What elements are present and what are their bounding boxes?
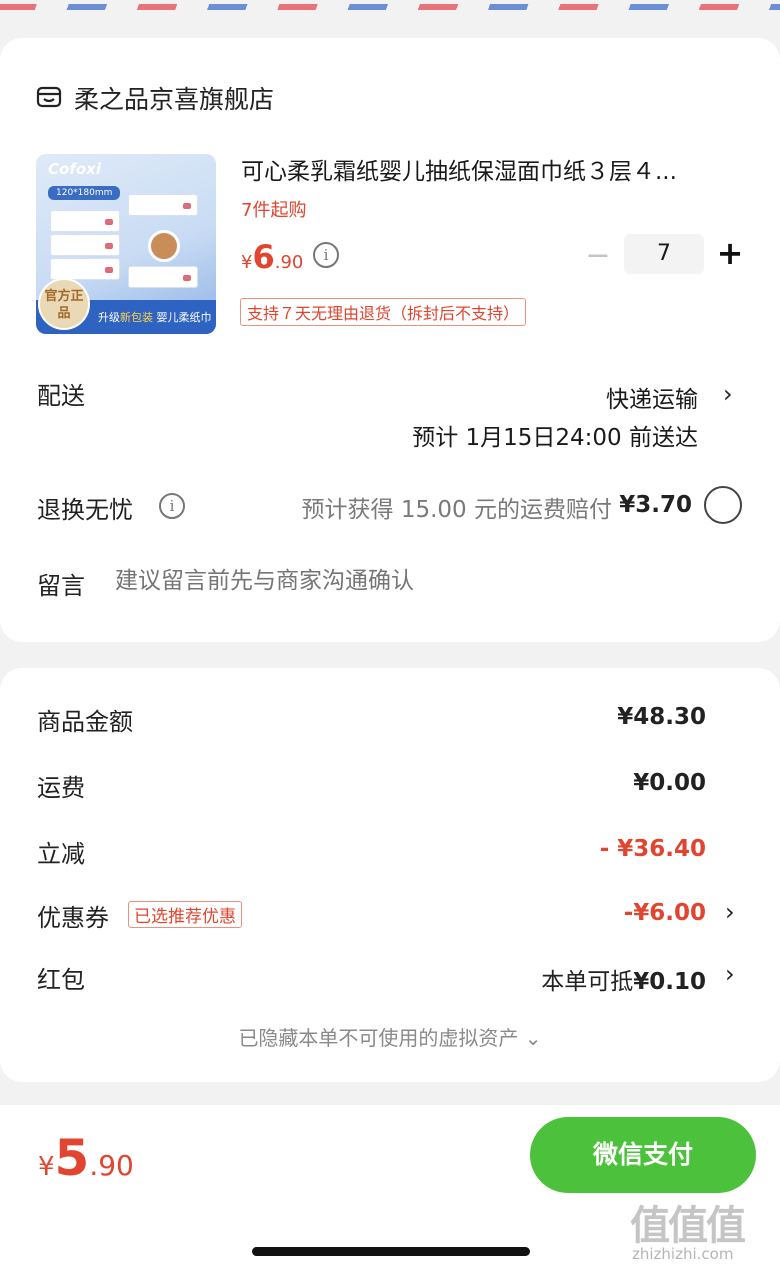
product-size-label: 120*180mm	[48, 186, 121, 200]
coupon-value[interactable]: -¥6.00	[624, 900, 706, 926]
info-icon[interactable]: i	[159, 493, 185, 519]
min-purchase-label: 7件起购	[241, 200, 307, 221]
delivery-eta: 预计 1月15日24:00 前送达	[412, 425, 698, 451]
return-insurance-text: 预计获得 15.00 元的运费赔付	[301, 497, 612, 523]
official-badge: 官方正品	[38, 278, 90, 330]
order-card: 柔之品京喜旗舰店 Cofoxi 120*180mm 升级新包装 婴儿柔纸巾 官方…	[0, 38, 780, 642]
tissue-pack	[128, 194, 198, 216]
product-banner-text: 升级新包装 婴儿柔纸巾	[98, 311, 212, 324]
product-title[interactable]: 可心柔乳霜纸婴儿抽纸保湿面巾纸３层４...	[241, 152, 731, 186]
price-summary-card: 商品金额 ¥48.30 运费 ¥0.00 立减 - ¥36.40 优惠券 已选推…	[0, 668, 780, 1082]
discount-label: 立减	[37, 840, 85, 868]
quantity-input[interactable]: 7	[624, 234, 704, 274]
goods-amount-value: ¥48.30	[617, 704, 706, 730]
goods-amount-label: 商品金额	[37, 708, 133, 736]
airmail-border	[0, 4, 780, 10]
product-image[interactable]: Cofoxi 120*180mm 升级新包装 婴儿柔纸巾 官方正品	[36, 154, 216, 334]
message-input[interactable]	[115, 568, 715, 594]
tissue-pack	[50, 234, 120, 256]
return-insurance-price: ¥3.70	[619, 492, 692, 518]
shop-name[interactable]: 柔之品京喜旗舰店	[74, 80, 274, 116]
delivery-method[interactable]: 快递运输	[606, 380, 698, 414]
home-indicator[interactable]	[252, 1247, 530, 1256]
chevron-right-icon[interactable]: ›	[725, 960, 735, 988]
delivery-label: 配送	[37, 382, 85, 410]
product-price: ¥6.90	[241, 238, 304, 276]
info-icon[interactable]: i	[313, 242, 339, 268]
total-price: ¥5.90	[38, 1129, 134, 1187]
product-brand-logo: Cofoxi	[48, 160, 101, 178]
quantity-increase-button[interactable]: +	[716, 234, 744, 272]
coupon-label: 优惠券	[37, 904, 109, 932]
coupon-tag: 已选推荐优惠	[128, 901, 242, 928]
chevron-right-icon[interactable]: ›	[723, 380, 733, 408]
watermark-url: zhizhizhi.com	[632, 1245, 734, 1263]
return-insurance-label: 退换无忧	[37, 496, 133, 524]
shop-icon	[36, 86, 62, 108]
discount-value: - ¥36.40	[599, 836, 706, 862]
return-insurance-radio[interactable]	[704, 486, 742, 524]
shipping-value: ¥0.00	[633, 770, 706, 796]
checkout-footer: ¥5.90 微信支付 值值值 zhizhizhi.com	[0, 1105, 780, 1272]
tissue-pack	[50, 210, 120, 232]
redpacket-value[interactable]: 本单可抵¥0.10	[541, 962, 706, 996]
message-label: 留言	[37, 572, 85, 600]
return-policy-tag: 支持７天无理由退货（拆封后不支持）	[240, 298, 527, 326]
wechat-pay-button[interactable]: 微信支付	[530, 1117, 756, 1193]
chevron-right-icon[interactable]: ›	[725, 898, 735, 926]
quantity-decrease-button[interactable]: −	[584, 238, 612, 273]
watermark-logo: 值值值	[630, 1203, 746, 1249]
redpacket-label: 红包	[37, 966, 85, 994]
bear-mascot	[148, 230, 180, 262]
tissue-pack	[128, 266, 198, 288]
hidden-assets-toggle[interactable]: 已隐藏本单不可使用的虚拟资产 ⌄	[0, 1022, 780, 1051]
shipping-label: 运费	[37, 774, 85, 802]
tissue-pack	[50, 258, 120, 280]
